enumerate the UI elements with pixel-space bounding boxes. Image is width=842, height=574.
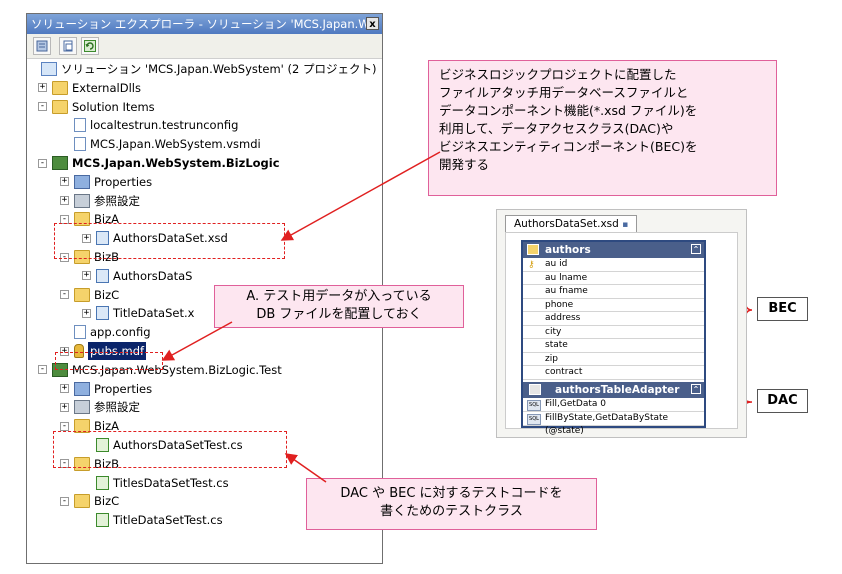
adapter-header[interactable]: authorsTableAdapter ⌃ bbox=[523, 381, 704, 398]
lock-icon: ▪ bbox=[622, 220, 629, 230]
column-row[interactable]: address bbox=[523, 312, 704, 326]
bec-label: BEC bbox=[757, 297, 808, 321]
authors-table[interactable]: authors ⌃ ⚷ au id au lname au fname phone add… bbox=[521, 240, 706, 436]
column-row[interactable]: contract bbox=[523, 366, 704, 380]
authors-columns: ⚷ au id au lname au fname phone address city st… bbox=[523, 258, 704, 380]
column-row[interactable]: zip bbox=[523, 352, 704, 366]
query-row[interactable]: SQL Fill,GetData 0 bbox=[523, 398, 704, 412]
column-name: au lname bbox=[545, 272, 588, 283]
collapse-icon[interactable]: ⌃ bbox=[691, 383, 701, 394]
adapter-name: authorsTableAdapter bbox=[555, 383, 680, 396]
tab-label: AuthorsDataSet.xsd bbox=[514, 218, 619, 230]
arrow-middle-to-pubs bbox=[161, 321, 233, 361]
query-label: Fill,GetData 0 bbox=[545, 398, 607, 409]
table-name: authors bbox=[545, 244, 591, 256]
column-name: zip bbox=[545, 353, 558, 364]
column-row[interactable]: state bbox=[523, 339, 704, 353]
table-icon bbox=[527, 244, 539, 255]
column-row[interactable]: ⚷ au id bbox=[523, 258, 704, 272]
column-name: au id bbox=[545, 259, 568, 269]
authors-table-header[interactable]: authors ⌃ bbox=[523, 242, 704, 258]
column-row[interactable]: au fname bbox=[523, 285, 704, 299]
adapter-icon bbox=[529, 383, 541, 395]
sql-icon: SQL bbox=[527, 413, 541, 425]
query-row[interactable]: SQL FillByState,GetDataByState (@state) bbox=[523, 412, 704, 436]
arrow-bottom-to-biza-test bbox=[284, 453, 327, 483]
arrow-top-to-biza bbox=[280, 151, 441, 241]
column-name: au fname bbox=[545, 286, 588, 296]
column-name: contract bbox=[545, 367, 583, 377]
column-row[interactable]: au lname bbox=[523, 271, 704, 285]
column-name: state bbox=[545, 340, 568, 350]
column-name: address bbox=[545, 313, 581, 323]
dac-label: DAC bbox=[757, 389, 808, 413]
column-row[interactable]: phone bbox=[523, 298, 704, 312]
key-icon: ⚷ bbox=[528, 260, 535, 270]
collapse-icon[interactable]: ⌃ bbox=[691, 244, 701, 254]
column-name: city bbox=[545, 326, 562, 337]
sql-icon: SQL bbox=[527, 399, 541, 411]
tab-authors-dataset[interactable]: AuthorsDataSet.xsd ▪ bbox=[505, 215, 638, 232]
column-name: phone bbox=[545, 299, 574, 310]
column-row[interactable]: city bbox=[523, 325, 704, 339]
